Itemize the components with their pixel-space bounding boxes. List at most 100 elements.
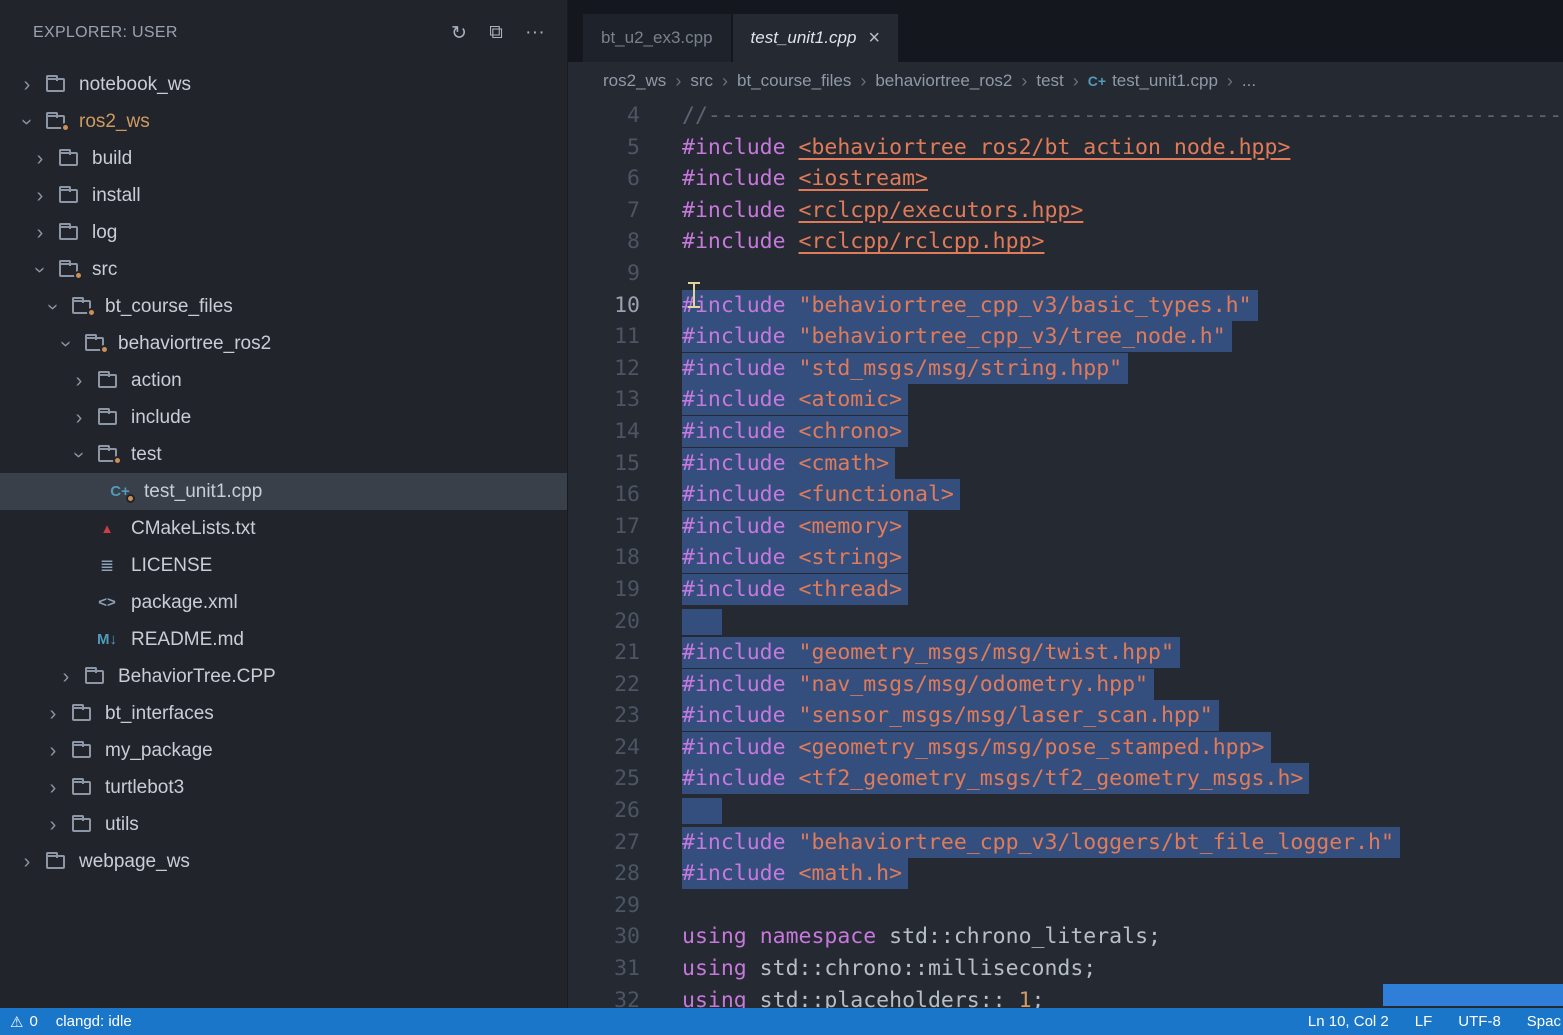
code-line-26[interactable]: 26 <box>568 795 1563 827</box>
breadcrumb-item-src[interactable]: src <box>690 71 713 91</box>
warning-icon: ⚠ <box>10 1013 23 1031</box>
tree-item-test_unit1.cpp[interactable]: C+test_unit1.cpp <box>0 473 567 510</box>
code-line-22[interactable]: 22#include "nav_msgs/msg/odometry.hpp" <box>568 669 1563 701</box>
code-line-21[interactable]: 21#include "geometry_msgs/msg/twist.hpp" <box>568 637 1563 669</box>
text-cursor-ibeam-icon <box>686 282 702 308</box>
code-line-12[interactable]: 12#include "std_msgs/msg/string.hpp" <box>568 353 1563 385</box>
tree-item-label: package.xml <box>131 592 238 614</box>
status-clangd-status[interactable]: clangd: idle <box>56 1013 132 1030</box>
line-number: 20 <box>568 606 640 638</box>
tree-item-build[interactable]: ›build <box>0 140 567 177</box>
tree-item-action[interactable]: ›action <box>0 362 567 399</box>
code-line-29[interactable]: 29 <box>568 890 1563 922</box>
tree-item-BehaviorTree.CPP[interactable]: ›BehaviorTree.CPP <box>0 658 567 695</box>
code-line-31[interactable]: 31using std::chrono::milliseconds; <box>568 953 1563 985</box>
chevron-right-icon: › <box>27 186 53 206</box>
tree-item-notebook_ws[interactable]: › notebook_ws <box>0 66 567 103</box>
line-number: 6 <box>568 163 640 195</box>
line-number: 25 <box>568 763 640 795</box>
tree-item-include[interactable]: ›include <box>0 399 567 436</box>
code-line-13[interactable]: 13#include <atomic> <box>568 384 1563 416</box>
code-line-16[interactable]: 16#include <functional> <box>568 479 1563 511</box>
code-editor[interactable]: 4//-------------------------------------… <box>568 100 1563 1008</box>
breadcrumb-item-test[interactable]: test <box>1036 71 1063 91</box>
code-line-15[interactable]: 15#include <cmath> <box>568 448 1563 480</box>
status-cursor-position[interactable]: Ln 10, Col 2 <box>1308 1013 1389 1030</box>
code-line-10[interactable]: 10#include "behaviortree_cpp_v3/basic_ty… <box>568 290 1563 322</box>
breadcrumb-item-ros2_ws[interactable]: ros2_ws <box>603 71 666 91</box>
tree-item-label: notebook_ws <box>79 74 191 96</box>
status-indentation-indicator[interactable]: Spac <box>1527 1013 1561 1030</box>
status-problems[interactable]: ⚠0 <box>10 1013 38 1031</box>
code-line-20[interactable]: 20 <box>568 606 1563 638</box>
tree-item-README.md[interactable]: M↓README.md <box>0 621 567 658</box>
tab-bt_u2_ex3.cpp[interactable]: bt_u2_ex3.cpp <box>583 14 731 62</box>
breadcrumb-label: test <box>1036 71 1063 91</box>
tree-item-bt_interfaces[interactable]: ›bt_interfaces <box>0 695 567 732</box>
code-line-30[interactable]: 30using namespace std::chrono_literals; <box>568 921 1563 953</box>
breadcrumb-item-behaviortree_ros2[interactable]: behaviortree_ros2 <box>875 71 1012 91</box>
tree-item-ros2_ws[interactable]: ›ros2_ws <box>0 103 567 140</box>
selection-highlight: #include <thread> <box>682 574 908 605</box>
code-line-11[interactable]: 11#include "behaviortree_cpp_v3/tree_nod… <box>568 321 1563 353</box>
tab-label: bt_u2_ex3.cpp <box>601 28 713 48</box>
tab-test_unit1.cpp[interactable]: test_unit1.cpp× <box>733 14 899 62</box>
code-line-23[interactable]: 23#include "sensor_msgs/msg/laser_scan.h… <box>568 700 1563 732</box>
folder-icon <box>92 411 122 425</box>
selection-highlight: #include <chrono> <box>682 416 908 447</box>
chevron-right-icon: › <box>14 75 40 95</box>
tree-item-log[interactable]: › log <box>0 214 567 251</box>
split-editor-icon[interactable]: ⧉ <box>489 22 503 45</box>
close-icon[interactable]: × <box>868 27 880 50</box>
breadcrumb-item-...[interactable]: ... <box>1242 71 1256 91</box>
status-text: Ln 10, Col 2 <box>1308 1013 1389 1030</box>
tree-item-label: behaviortree_ros2 <box>118 333 271 355</box>
explorer-toolbar: ↻ ⧉ ··· <box>451 22 545 45</box>
code-line-4[interactable]: 4//-------------------------------------… <box>568 100 1563 132</box>
line-number: 22 <box>568 669 640 701</box>
tree-item-label: log <box>92 222 117 244</box>
tree-item-label: turtlebot3 <box>105 777 184 799</box>
folder-icon <box>53 189 83 203</box>
refresh-icon[interactable]: ↻ <box>451 22 467 45</box>
code-line-6[interactable]: 6#include <iostream> <box>568 163 1563 195</box>
code-line-27[interactable]: 27#include "behaviortree_cpp_v3/loggers/… <box>568 827 1563 859</box>
tree-item-LICENSE[interactable]: ≣LICENSE <box>0 547 567 584</box>
tree-item-package.xml[interactable]: <>package.xml <box>0 584 567 621</box>
tree-item-my_package[interactable]: ›my_package <box>0 732 567 769</box>
tree-item-label: install <box>92 185 141 207</box>
tree-item-bt_course_files[interactable]: ›bt_course_files <box>0 288 567 325</box>
tree-item-utils[interactable]: ›utils <box>0 806 567 843</box>
code-line-19[interactable]: 19#include <thread> <box>568 574 1563 606</box>
tree-item-behaviortree_ros2[interactable]: ›behaviortree_ros2 <box>0 325 567 362</box>
status-encoding-indicator[interactable]: UTF-8 <box>1458 1013 1501 1030</box>
code-line-8[interactable]: 8#include <rclcpp/rclcpp.hpp> <box>568 226 1563 258</box>
code-line-9[interactable]: 9 <box>568 258 1563 290</box>
selection-highlight: #include <geometry_msgs/msg/pose_stamped… <box>682 732 1271 763</box>
tree-item-install[interactable]: › install <box>0 177 567 214</box>
code-line-17[interactable]: 17#include <memory> <box>568 511 1563 543</box>
status-eol-indicator[interactable]: LF <box>1415 1013 1433 1030</box>
tree-item-test[interactable]: ›test <box>0 436 567 473</box>
code-line-24[interactable]: 24#include <geometry_msgs/msg/pose_stamp… <box>568 732 1563 764</box>
horizontal-scrollbar-thumb[interactable] <box>1383 984 1563 1006</box>
tree-item-label: action <box>131 370 182 392</box>
chevron-right-icon: › <box>27 223 53 243</box>
code-line-14[interactable]: 14#include <chrono> <box>568 416 1563 448</box>
tree-item-CMakeLists.txt[interactable]: ▲CMakeLists.txt <box>0 510 567 547</box>
breadcrumb-item-test_unit1.cpp[interactable]: C+test_unit1.cpp <box>1088 71 1218 91</box>
line-number: 16 <box>568 479 640 511</box>
code-line-25[interactable]: 25#include <tf2_geometry_msgs/tf2_geomet… <box>568 763 1563 795</box>
code-line-5[interactable]: 5#include <behaviortree_ros2/bt_action_n… <box>568 132 1563 164</box>
tree-item-webpage_ws[interactable]: ›webpage_ws <box>0 843 567 880</box>
code-line-28[interactable]: 28#include <math.h> <box>568 858 1563 890</box>
folder-icon <box>92 374 122 388</box>
code-line-18[interactable]: 18#include <string> <box>568 542 1563 574</box>
tree-item-turtlebot3[interactable]: ›turtlebot3 <box>0 769 567 806</box>
breadcrumb-item-bt_course_files[interactable]: bt_course_files <box>737 71 851 91</box>
folder-icon <box>92 448 122 462</box>
code-line-7[interactable]: 7#include <rclcpp/executors.hpp> <box>568 195 1563 227</box>
tree-item-src[interactable]: ›src <box>0 251 567 288</box>
more-actions-icon[interactable]: ··· <box>525 22 545 45</box>
line-number: 15 <box>568 448 640 480</box>
